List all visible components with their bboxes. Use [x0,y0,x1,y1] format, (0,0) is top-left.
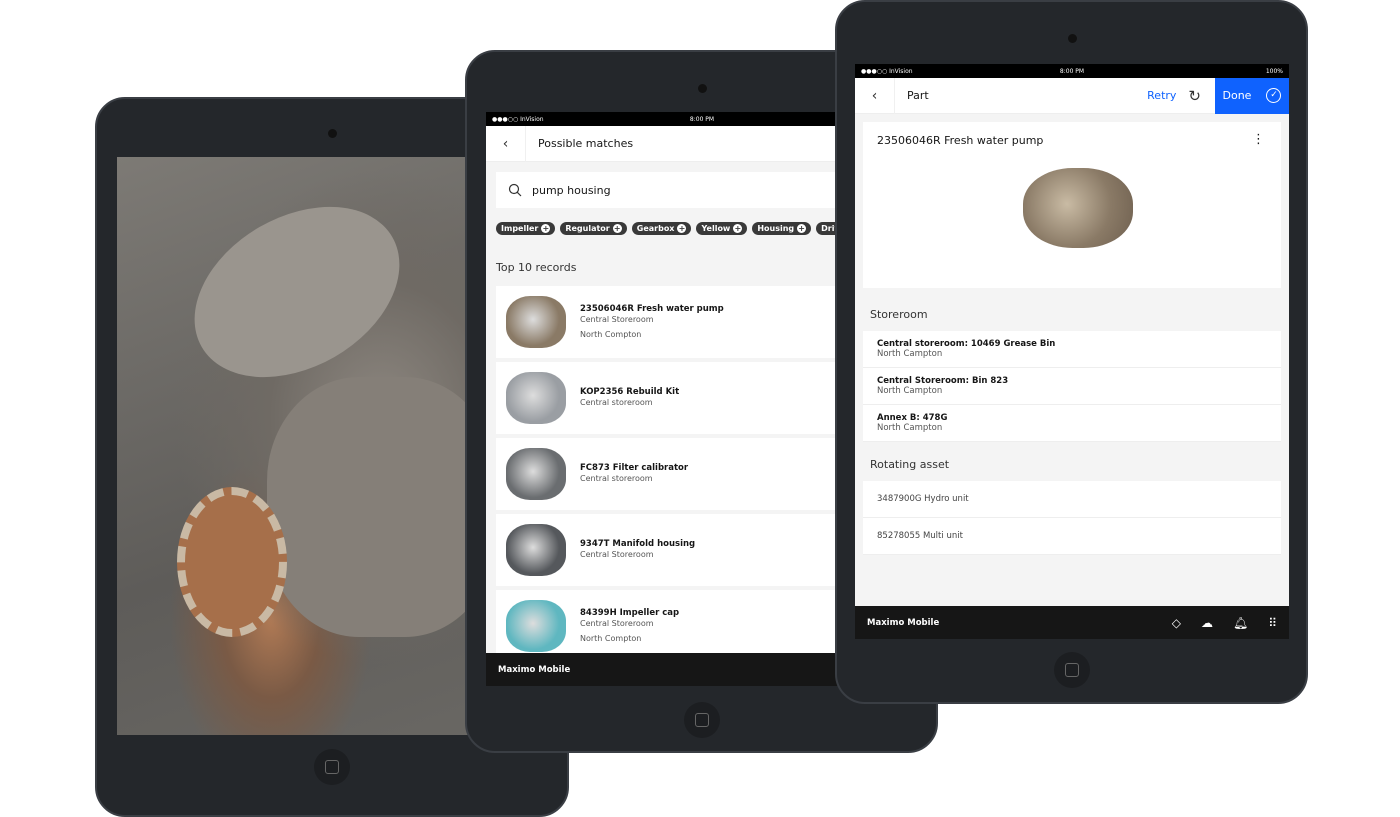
part-name: 23506046R Fresh water pump [877,134,1044,147]
record-detail: Central storeroom [580,474,653,483]
part-thumbnail [506,524,566,576]
camera-dot [1067,34,1077,43]
record-title: KOP2356 Rebuild Kit [580,387,680,397]
chip[interactable]: Gearbox + [631,222,692,235]
chevron-left-icon: ‹ [502,135,509,152]
carrier: ●●●○○ InVision [861,67,913,75]
plus-icon: + [733,224,743,233]
refresh-icon: ↻ [1188,86,1201,105]
plus-icon: + [541,224,551,233]
app-grid-icon[interactable]: ⠿ [1268,616,1277,630]
camera-dot [328,129,337,138]
storeroom-item[interactable]: Annex B: 478G North Campton [863,405,1281,442]
record-detail: North Compton [580,329,642,339]
storeroom-name: Annex B: 478G [877,413,948,423]
record-title: 9347T Manifold housing [580,539,696,549]
retry-button[interactable]: Retry ↻ [1147,87,1215,105]
storeroom-site: North Campton [877,423,943,433]
chip[interactable]: Impeller + [496,222,556,235]
record-title: FC873 Filter calibrator [580,463,689,473]
navigation-icon[interactable]: ◇ [1172,616,1181,630]
plus-icon: + [677,224,687,233]
section-label: Storeroom [870,308,928,321]
record-title: 84399H Impeller cap [580,607,680,618]
storeroom-site: North Campton [877,349,943,359]
part-thumbnail [506,600,566,652]
chevron-left-icon: ‹ [871,87,878,104]
app-name: Maximo Mobile [867,617,940,628]
part-thumbnail [506,296,566,348]
home-button[interactable] [314,749,350,785]
bell-icon[interactable]: 🔔︎ [1233,616,1248,630]
home-button[interactable] [1053,652,1090,688]
battery: 100% [1265,67,1283,75]
camera-dot [697,84,707,93]
storeroom-name: Central Storeroom: Bin 823 [877,376,1009,386]
time: 8:00 PM [689,115,715,123]
carrier: ●●●○○ InVision [492,115,544,123]
record-detail: Central Storeroom [580,618,654,628]
header: ‹ Part Retry ↻ Done ✓ [855,77,1289,114]
chip[interactable]: Housing + [752,222,812,235]
asset-name: 3487900G Hydro unit [877,494,969,504]
plus-icon: + [797,224,807,233]
storeroom-item[interactable]: Central storeroom: 10469 Grease Bin North… [863,331,1281,368]
page-title: Part [907,89,929,102]
asset-item[interactable]: 85278055 Multi unit [863,518,1281,555]
storeroom-item[interactable]: Central Storeroom: Bin 823 North Campton [863,368,1281,405]
part-thumbnail [506,372,566,424]
asset-item[interactable]: 3487900G Hydro unit [863,481,1281,518]
app-name: Maximo Mobile [498,664,571,675]
plus-icon: + [612,224,622,233]
search-value: pump housing [532,183,611,197]
back-button[interactable]: ‹ [486,125,526,162]
chip[interactable]: Yellow + [696,222,748,235]
storeroom-name: Central storeroom: 10469 Grease Bin [877,339,1056,349]
tablet-part: ●●●○○ InVision 8:00 PM 100% ‹ Part Retry ↻ … [835,0,1308,704]
record-title: 23506046R Fresh water pump [580,303,724,314]
time: 8:00 PM [1059,67,1085,75]
checkmark-circle-icon: ✓ [1266,88,1282,103]
status-bar: ●●●○○ InVision 8:00 PM 100% [855,64,1289,78]
chip[interactable]: Regulator + [560,222,627,235]
record-detail: Central Storeroom [580,314,654,324]
record-detail: Central Storeroom [580,550,654,559]
overflow-menu-icon[interactable]: ⋮ [1252,132,1265,147]
home-button[interactable] [683,702,720,738]
storeroom-site: North Campton [877,386,943,396]
part-image [1023,168,1133,248]
search-icon [508,183,522,197]
section-label: Rotating asset [870,458,950,471]
record-detail: North Compton [580,633,642,643]
done-button[interactable]: Done ✓ [1215,77,1289,114]
part-card: 23506046R Fresh water pump ⋮ [863,122,1281,288]
asset-name: 85278055 Multi unit [877,531,963,541]
cloud-icon[interactable]: ☁ [1201,616,1213,630]
back-button[interactable]: ‹ [855,77,895,114]
app-bar: Maximo Mobile ◇ ☁ 🔔︎ ⠿ [855,606,1289,639]
part-thumbnail [506,448,566,500]
record-detail: Central storeroom [580,398,653,407]
